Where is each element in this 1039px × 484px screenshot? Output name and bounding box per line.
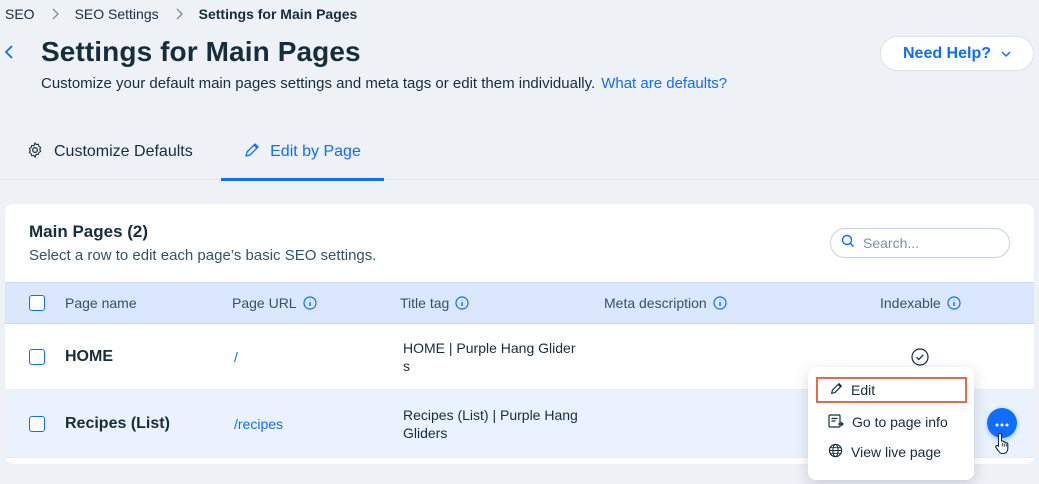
page-name: Recipes (List)	[65, 414, 170, 432]
column-label: Title tag	[400, 295, 450, 311]
info-icon[interactable]	[455, 296, 469, 310]
select-all-checkbox[interactable]	[29, 295, 45, 311]
chevron-left-icon	[4, 44, 14, 65]
page-subtitle: Customize your default main pages settin…	[41, 75, 727, 92]
menu-item-label: Go to page info	[852, 414, 948, 430]
menu-item-edit[interactable]: Edit	[816, 377, 967, 403]
what-are-defaults-link[interactable]: What are defaults?	[601, 75, 727, 92]
info-icon[interactable]	[947, 296, 961, 310]
column-label: Indexable	[880, 295, 941, 311]
hand-cursor-icon	[994, 432, 1012, 459]
gear-icon	[26, 141, 44, 164]
card-title: Main Pages (2)	[29, 222, 149, 241]
page-info-icon	[828, 413, 844, 431]
title-tag-line: Recipes (List) | Purple Hang	[403, 406, 578, 423]
select-all-checkbox-wrap	[29, 283, 45, 323]
pencil-icon	[830, 382, 843, 398]
title-tag-line: HOME | Purple Hang Glider	[403, 339, 576, 356]
column-title-tag: Title tag	[400, 283, 469, 323]
column-label: Meta description	[604, 295, 707, 311]
page-name: HOME	[65, 347, 113, 365]
column-indexable: Indexable	[880, 283, 961, 323]
title-tag-line: s	[403, 357, 410, 374]
page-url-link[interactable]: /	[234, 324, 238, 389]
subtitle-text: Customize your default main pages settin…	[41, 75, 596, 92]
menu-item-label: Edit	[851, 382, 876, 398]
breadcrumb-seo-settings[interactable]: SEO Settings	[75, 6, 159, 22]
pencil-icon	[244, 142, 260, 163]
column-page-name: Page name	[65, 283, 137, 323]
need-help-button[interactable]: Need Help?	[880, 36, 1034, 71]
column-label: Page URL	[232, 295, 297, 311]
row-checkbox-wrap	[29, 390, 45, 457]
chevron-right-icon	[175, 8, 183, 20]
breadcrumb: SEO SEO Settings Settings for Main Pages	[5, 6, 357, 22]
title-tag-cell: Recipes (List) | Purple Hang Gliders	[403, 390, 593, 457]
back-button[interactable]	[4, 42, 20, 66]
title-tag-cell: HOME | Purple Hang Glider s	[403, 324, 593, 389]
menu-item-go-to-page-info[interactable]: Go to page info	[808, 407, 974, 437]
info-icon[interactable]	[302, 296, 317, 310]
search-box[interactable]	[830, 228, 1010, 258]
ellipsis-icon	[995, 414, 1009, 432]
globe-icon	[828, 443, 843, 461]
table-header: Page name Page URL Title tag Meta descri…	[5, 282, 1034, 324]
row-checkbox-wrap	[29, 324, 45, 389]
tab-label: Edit by Page	[270, 143, 361, 160]
card-subtitle: Select a row to edit each page’s basic S…	[29, 247, 377, 264]
breadcrumb-seo[interactable]: SEO	[5, 6, 35, 22]
tab-label: Customize Defaults	[54, 143, 193, 160]
column-page-url: Page URL	[232, 283, 317, 323]
search-icon	[841, 234, 855, 253]
tabs: Customize Defaults Edit by Page	[0, 124, 1039, 181]
tab-edit-by-page[interactable]: Edit by Page	[221, 124, 384, 181]
page-url-link[interactable]: /recipes	[234, 390, 283, 457]
title-tag-line: Gliders	[403, 424, 448, 441]
search-input[interactable]	[863, 235, 993, 251]
column-label: Page name	[65, 295, 137, 311]
chevron-right-icon	[51, 8, 59, 20]
column-meta-description: Meta description	[604, 283, 727, 323]
tab-customize-defaults[interactable]: Customize Defaults	[26, 124, 193, 180]
row-actions-menu: Edit Go to page info View live page	[808, 367, 974, 480]
row-checkbox[interactable]	[29, 348, 45, 365]
info-icon[interactable]	[713, 296, 727, 310]
need-help-label: Need Help?	[902, 44, 991, 62]
chevron-down-icon	[1001, 45, 1011, 63]
breadcrumb-current: Settings for Main Pages	[198, 6, 358, 22]
menu-item-label: View live page	[851, 444, 942, 460]
menu-item-view-live-page[interactable]: View live page	[808, 437, 974, 467]
page-title: Settings for Main Pages	[41, 36, 361, 67]
row-checkbox[interactable]	[29, 415, 45, 432]
